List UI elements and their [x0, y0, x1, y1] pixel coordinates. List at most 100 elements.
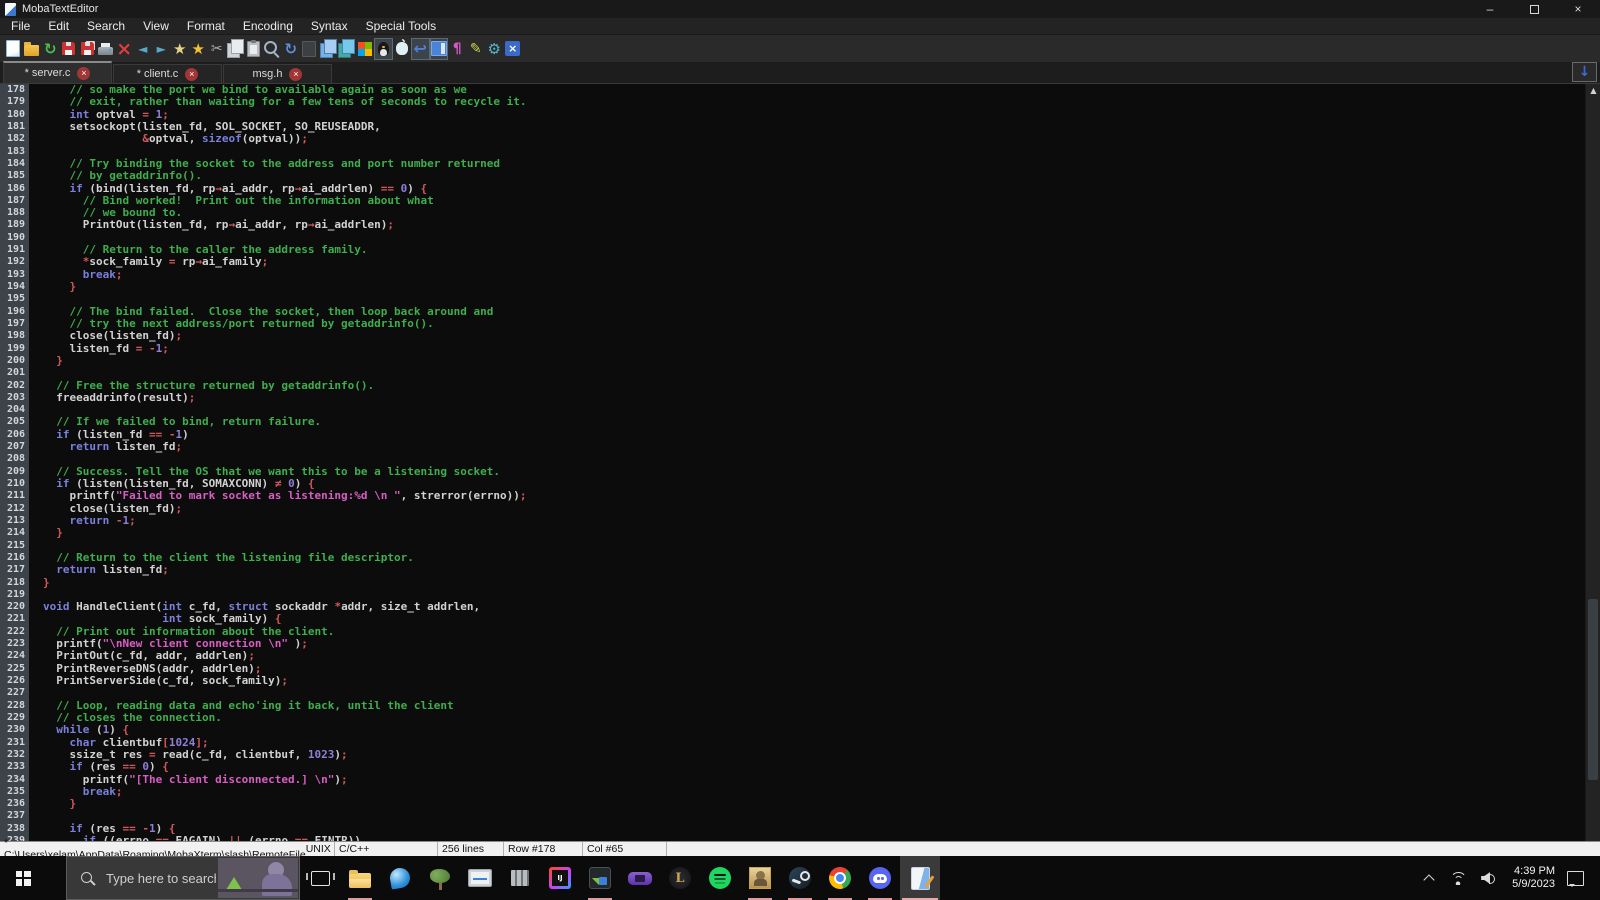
- unix-format-icon[interactable]: [374, 37, 393, 60]
- tab-bar: * server.c × * client.c × msg.h × ↓: [0, 61, 1600, 84]
- taskbar-keys-app[interactable]: [500, 856, 540, 900]
- line-number: 233: [0, 761, 29, 774]
- taskbar-mobatexteditor[interactable]: [900, 856, 940, 900]
- line-number: 220: [0, 601, 29, 614]
- edit-mode-icon[interactable]: ✎: [467, 38, 486, 60]
- tab-client-c[interactable]: * client.c ×: [113, 64, 222, 83]
- editor[interactable]: 178 // so make the port we bind to avail…: [0, 84, 1600, 841]
- menu-view[interactable]: View: [134, 18, 178, 34]
- tab-close-icon[interactable]: ×: [289, 67, 303, 81]
- wifi-icon[interactable]: [1449, 871, 1468, 885]
- code-line: 207 return listen_fd;: [0, 440, 1600, 454]
- close-editor-icon[interactable]: ×: [504, 38, 523, 60]
- menu-format[interactable]: Format: [178, 18, 234, 34]
- scrollbar-thumb[interactable]: [1588, 598, 1598, 781]
- menu-search[interactable]: Search: [78, 18, 134, 34]
- tab-close-icon[interactable]: ×: [77, 66, 91, 80]
- menu-encoding[interactable]: Encoding: [234, 18, 302, 34]
- line-number: 211: [0, 490, 29, 503]
- tray-clock[interactable]: 4:39 PM 5/9/2023: [1512, 865, 1555, 891]
- minimize-button-icon[interactable]: –: [1468, 0, 1512, 18]
- save-shape: [62, 42, 76, 55]
- code-line: 226 PrintServerSide(c_fd, sock_family);: [0, 674, 1600, 688]
- taskbar-cortana-drop[interactable]: [380, 856, 420, 900]
- line-number: 207: [0, 441, 29, 454]
- taskbar-spotify[interactable]: [700, 856, 740, 900]
- status-col: Col #65: [583, 842, 667, 856]
- menu-bar: File Edit Search View Format Encoding Syntax Sp…: [0, 18, 1600, 35]
- find-icon[interactable]: [263, 38, 282, 60]
- taskbar-bonsai-tree-app[interactable]: [420, 856, 460, 900]
- taskbar-intellij-idea[interactable]: [540, 856, 580, 900]
- code-text: }: [43, 575, 50, 589]
- search-input[interactable]: [104, 869, 218, 887]
- taskbar-system-monitor[interactable]: [460, 856, 500, 900]
- close-file-icon[interactable]: ×: [115, 38, 134, 60]
- taskbar-mobaxterm[interactable]: [580, 856, 620, 900]
- volume-icon[interactable]: [1481, 872, 1496, 884]
- restore-button-icon[interactable]: [1512, 0, 1556, 18]
- line-number: 201: [0, 367, 29, 380]
- scroll-up-icon[interactable]: ▲: [1586, 84, 1600, 97]
- line-number: 189: [0, 219, 29, 232]
- sync-file-icon[interactable]: [337, 38, 356, 60]
- print-icon[interactable]: [97, 38, 116, 60]
- taskbar-persona-game[interactable]: [740, 856, 780, 900]
- search-box[interactable]: [66, 856, 300, 900]
- line-number: 221: [0, 613, 29, 626]
- status-line-count: 256 lines: [438, 842, 504, 856]
- favorites-icon[interactable]: ★: [189, 38, 208, 60]
- inactive-document-icon[interactable]: [300, 38, 319, 60]
- settings-gears-icon[interactable]: ⚙: [485, 38, 504, 60]
- tab-server-c[interactable]: * server.c ×: [3, 61, 112, 83]
- menu-file[interactable]: File: [2, 18, 39, 34]
- code-line: 205 // If we failed to bind, return fail…: [0, 416, 1600, 429]
- open-file-icon[interactable]: [23, 38, 42, 60]
- menu-special-tools[interactable]: Special Tools: [357, 18, 446, 34]
- taskbar-steam[interactable]: [780, 856, 820, 900]
- tab-msg-h[interactable]: msg.h ×: [223, 64, 332, 83]
- save-icon[interactable]: [60, 38, 79, 60]
- action-center-icon[interactable]: [1567, 870, 1584, 887]
- line-number: 200: [0, 354, 29, 368]
- side-panel-icon[interactable]: [429, 37, 448, 60]
- windows-format-icon[interactable]: [356, 38, 375, 60]
- paste-shape: [247, 39, 261, 57]
- code-text: return listen_fd;: [56, 563, 169, 577]
- tab-close-icon[interactable]: ×: [185, 67, 199, 81]
- line-number: 214: [0, 527, 29, 540]
- line-number: 238: [0, 822, 29, 836]
- unindent-icon[interactable]: ◄: [134, 38, 153, 60]
- indent-icon[interactable]: ►: [152, 38, 171, 60]
- duplicate-file-icon[interactable]: [319, 38, 338, 60]
- code-area[interactable]: 178 // so make the port we bind to avail…: [0, 84, 1600, 841]
- paste-icon[interactable]: [245, 38, 264, 60]
- menu-syntax[interactable]: Syntax: [302, 18, 357, 34]
- save-all-icon[interactable]: [78, 38, 97, 60]
- scroll-tabs-down-icon[interactable]: ↓: [1572, 62, 1597, 82]
- taskbar-league-of-legends[interactable]: L: [660, 856, 700, 900]
- copy-shape: [227, 39, 245, 58]
- replace-icon[interactable]: ↻: [282, 38, 301, 60]
- reload-icon[interactable]: ↻: [41, 38, 60, 60]
- taskbar-file-explorer[interactable]: [340, 856, 380, 900]
- menu-edit[interactable]: Edit: [39, 18, 78, 34]
- close-button-icon[interactable]: ×: [1556, 0, 1600, 18]
- start-button[interactable]: [0, 856, 46, 900]
- copy-icon[interactable]: [226, 38, 245, 60]
- vertical-scrollbar[interactable]: ▲: [1585, 84, 1600, 841]
- taskbar-gba-emulator[interactable]: [620, 856, 660, 900]
- new-file-icon[interactable]: [4, 38, 23, 60]
- add-favorite-icon[interactable]: ★: [171, 38, 190, 60]
- undo-icon[interactable]: ↩: [411, 37, 430, 60]
- taskbar-chrome[interactable]: [820, 856, 860, 900]
- cut-icon[interactable]: ✂: [208, 38, 227, 60]
- desktop: MobaTextEditor – × File Edit Search View For…: [0, 0, 1600, 900]
- show-paragraph-marks-icon[interactable]: ¶: [448, 38, 467, 60]
- taskbar-task-view[interactable]: [300, 856, 340, 900]
- taskbar-discord[interactable]: [860, 856, 900, 900]
- mac-format-icon[interactable]: [393, 38, 412, 60]
- line-number: 227: [0, 687, 29, 700]
- tray-chevron-up-icon[interactable]: [1423, 874, 1435, 886]
